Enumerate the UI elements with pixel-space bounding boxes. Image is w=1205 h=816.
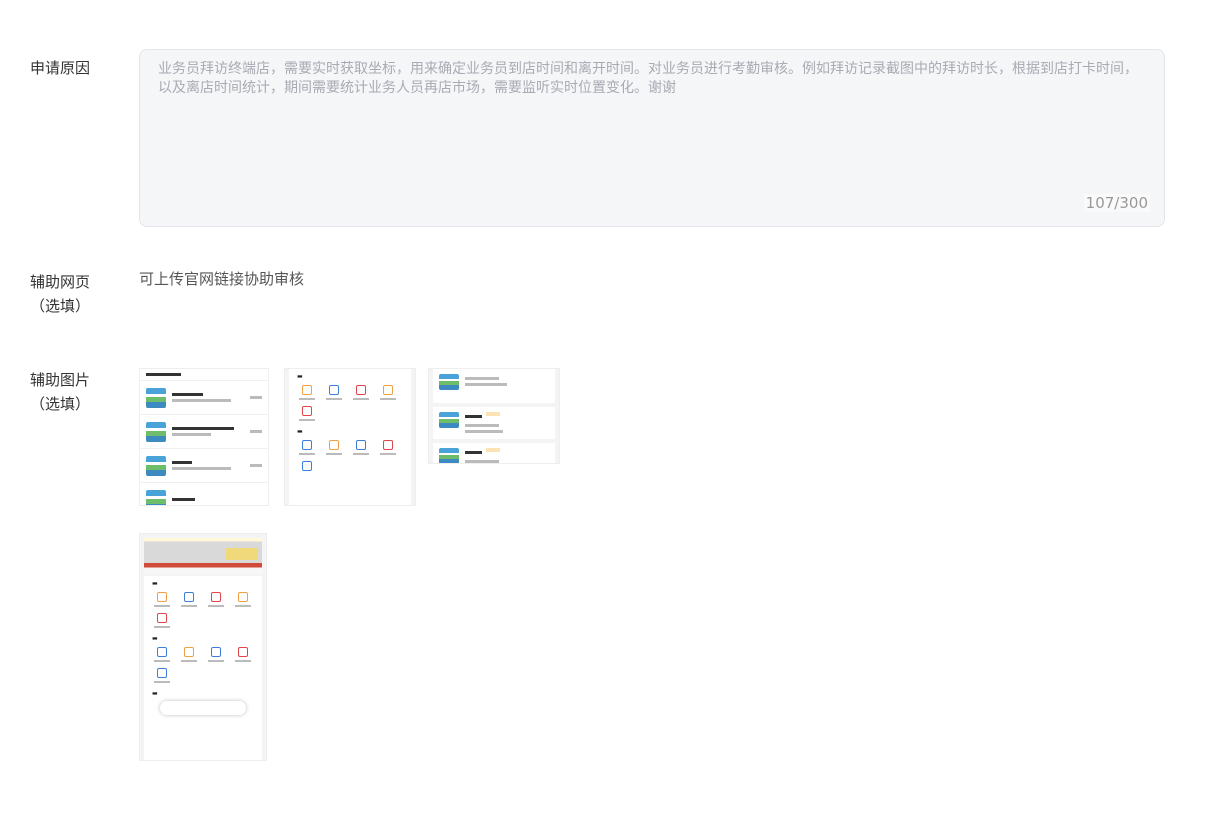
- reason-text: 业务员拜访终端店，需要实时获取坐标，用来确定业务员到店时间和离开时间。对业务员进…: [158, 61, 1138, 96]
- reason-label: 申请原因: [29, 59, 90, 77]
- thumbnail-visit-records[interactable]: [428, 368, 560, 464]
- webpage-label: 辅助网页 （选填）: [29, 273, 90, 315]
- images-label: 辅助图片 （选填）: [29, 371, 90, 413]
- char-count: 107/300: [1083, 194, 1150, 212]
- banner-image: [144, 538, 262, 574]
- thumbnail-visit-menu[interactable]: ▬ ▬: [284, 368, 416, 506]
- reason-textarea[interactable]: 业务员拜访终端店，需要实时获取坐标，用来确定业务员到店时间和离开时间。对业务员进…: [139, 49, 1165, 227]
- thumbnail-home[interactable]: ▬ ▬ ▬: [139, 533, 267, 761]
- webpage-hint: 可上传官网链接协助审核: [139, 270, 305, 288]
- thumbnail-store-list[interactable]: [139, 368, 269, 506]
